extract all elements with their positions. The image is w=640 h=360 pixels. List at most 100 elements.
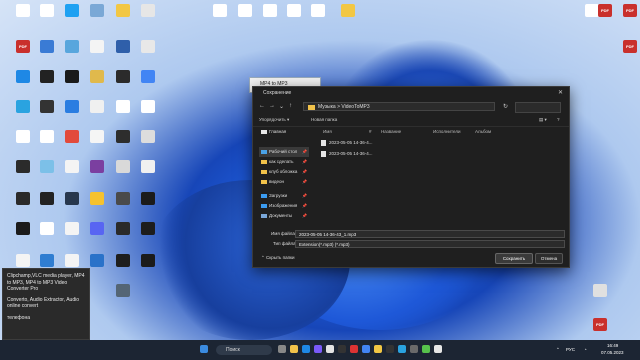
sidebar-item[interactable]: Главная	[259, 127, 309, 137]
desktop-icon[interactable]	[131, 160, 165, 190]
desktop-icon[interactable]	[301, 4, 335, 34]
app-icon	[116, 192, 130, 205]
edge-icon[interactable]	[302, 345, 310, 353]
desktop-icon[interactable]	[131, 222, 165, 252]
sidebar-item[interactable]: Рабочий стол 📌	[259, 147, 309, 157]
app-icon	[341, 4, 355, 17]
tooltip-line: Converto, Audio Extractor, Audio online …	[7, 296, 79, 310]
filename-label: Имя файла:	[271, 231, 297, 236]
desktop-icon-caption	[131, 53, 165, 63]
filetype-select[interactable]: Extension(*.mp3) (*.mp3)	[295, 240, 565, 248]
save-button[interactable]: Сохранить	[495, 253, 533, 264]
app-icon[interactable]	[314, 345, 322, 353]
app-icon	[40, 192, 54, 205]
desktop-icon[interactable]: PDF	[613, 40, 640, 70]
chevron-up-icon[interactable]: ⌃	[556, 347, 560, 353]
desktop-icon[interactable]	[131, 130, 165, 160]
task-view-icon[interactable]	[278, 345, 286, 353]
organize-button[interactable]: Упорядочить ▾	[259, 117, 289, 123]
list-item[interactable]: 2023-05-05 14-36-4...	[319, 138, 389, 148]
app-icon	[90, 130, 104, 143]
column-album[interactable]: Альбом	[475, 129, 491, 134]
app-icon[interactable]	[398, 345, 406, 353]
file-explorer-icon[interactable]	[290, 345, 298, 353]
app-icon[interactable]	[374, 345, 382, 353]
view-icon[interactable]: ▤ ▾	[539, 117, 547, 123]
app-icon	[16, 70, 30, 83]
app-icon	[116, 160, 130, 173]
sidebar-item[interactable]: клуб обложка 📌	[259, 167, 309, 177]
cancel-button[interactable]: Отмена	[535, 253, 563, 264]
app-icon	[90, 192, 104, 205]
sidebar-item-label: Рабочий стол	[269, 149, 298, 154]
file-icon	[321, 151, 326, 157]
app-icon	[65, 222, 79, 235]
desktop-icon-caption	[131, 205, 165, 215]
folder-icon	[261, 180, 267, 184]
app-icon[interactable]	[434, 345, 442, 353]
app-icon	[90, 70, 104, 83]
column-artists[interactable]: Исполнители	[433, 129, 460, 134]
desktop-icon-caption	[331, 17, 365, 27]
column-number[interactable]: #	[369, 129, 372, 134]
address-bar[interactable]: Музыка > VideoToMP3	[303, 102, 495, 111]
hide-folders-button[interactable]: ⌃ Скрыть папки	[261, 255, 295, 261]
language-indicator[interactable]: РУС	[566, 347, 575, 352]
app-icon	[287, 4, 301, 17]
column-name[interactable]: Имя	[323, 129, 332, 134]
desktop-icon[interactable]	[131, 70, 165, 100]
refresh-icon[interactable]: ↻	[503, 103, 508, 110]
clock-time[interactable]: 16:49	[607, 343, 618, 348]
sidebar-item[interactable]: Изображения 📌	[259, 201, 309, 211]
up-icon[interactable]: ↑	[289, 103, 292, 109]
desktop-icon[interactable]	[131, 254, 165, 284]
new-folder-button[interactable]: Новая папка	[311, 117, 337, 122]
desktop-icon[interactable]	[131, 192, 165, 222]
start-icon[interactable]	[200, 345, 208, 353]
app-icon[interactable]	[386, 345, 394, 353]
list-item[interactable]: 2023-05-05 14-36-4...	[319, 149, 389, 159]
app-icon[interactable]	[338, 345, 346, 353]
chevron-down-icon[interactable]: ⌄	[279, 103, 284, 110]
app-icon[interactable]	[410, 345, 418, 353]
sidebar-item[interactable]: Документы 📌	[259, 211, 309, 221]
desktop-icon-caption	[131, 267, 165, 277]
pin-icon: 📌	[302, 193, 307, 198]
folder-icon	[308, 105, 315, 110]
search-input[interactable]	[515, 102, 561, 113]
store-icon[interactable]	[326, 345, 334, 353]
forward-icon[interactable]: →	[269, 103, 275, 109]
app-icon	[141, 222, 155, 235]
file-icon	[321, 140, 326, 146]
desktop-icon[interactable]	[131, 100, 165, 130]
app-icon	[116, 254, 130, 267]
desktop-icon[interactable]	[131, 40, 165, 70]
app-icon	[116, 40, 130, 53]
desktop-icon-caption	[301, 17, 335, 27]
app-icon	[141, 40, 155, 53]
close-icon[interactable]: ✕	[558, 89, 563, 96]
back-icon[interactable]: ←	[259, 103, 265, 109]
app-icon[interactable]	[350, 345, 358, 353]
app-icon	[90, 40, 104, 53]
sidebar-item[interactable]: Загрузки 📌	[259, 191, 309, 201]
desktop-icon-caption	[613, 17, 640, 27]
desktop-icon[interactable]	[131, 4, 165, 34]
desktop-icon[interactable]	[331, 4, 365, 34]
sidebar-item[interactable]: видеон 📌	[259, 177, 309, 187]
clock-date[interactable]: 07.05.2023	[601, 350, 624, 355]
network-icon[interactable]: ◔	[584, 347, 587, 352]
desktop-icon[interactable]: PDF	[613, 4, 640, 34]
taskbar-search[interactable]: Поиск	[216, 345, 272, 355]
app-icon: PDF	[623, 4, 637, 17]
help-icon[interactable]: ?	[557, 117, 560, 122]
sidebar-item[interactable]: как сделать 📌	[259, 157, 309, 167]
desktop-icon[interactable]	[106, 284, 140, 314]
app-icon	[40, 254, 54, 267]
app-icon[interactable]	[422, 345, 430, 353]
column-title[interactable]: Название	[381, 129, 401, 134]
filename-field[interactable]: 2023-05-05 14-36-43_1.mp3	[295, 230, 565, 238]
chrome-icon[interactable]	[362, 345, 370, 353]
app-icon	[40, 70, 54, 83]
desktop-icon[interactable]	[583, 284, 617, 314]
